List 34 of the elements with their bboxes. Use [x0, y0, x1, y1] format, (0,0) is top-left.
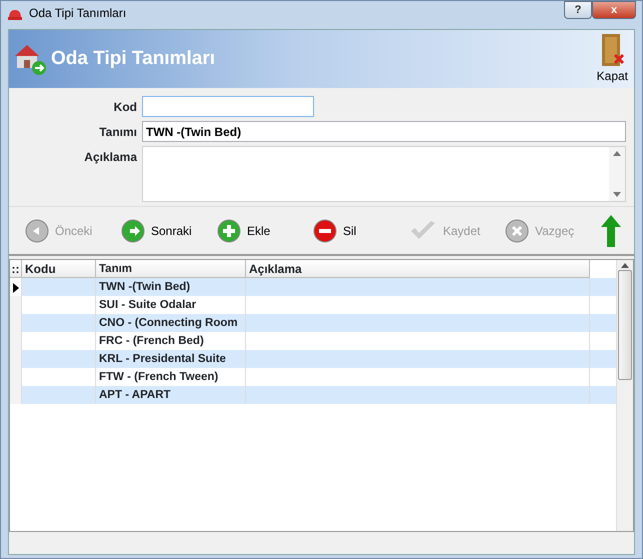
scroll-thumb[interactable]	[618, 270, 632, 380]
house-icon	[13, 42, 47, 76]
field-label: Açıklama	[83, 149, 137, 166]
column-header: ::	[10, 260, 22, 278]
column-header[interactable]: Kodu	[22, 260, 96, 278]
scroll-down-icon	[613, 192, 621, 198]
up-arrow-icon	[601, 214, 621, 246]
text-field[interactable]	[142, 96, 314, 117]
back-icon	[25, 218, 49, 242]
column-header[interactable]: Tanım	[96, 260, 246, 278]
forward-icon	[121, 218, 145, 242]
column-header[interactable]: Açıklama	[246, 260, 590, 278]
scroll-up-icon	[613, 150, 621, 156]
close-icon	[505, 218, 529, 242]
table-cell: KRL - Presidental Suite	[96, 350, 246, 368]
scroll-up-icon	[621, 262, 629, 268]
plus-icon	[217, 218, 241, 242]
help-button[interactable]: ?	[564, 1, 592, 19]
table-cell: TWN -(Twin Bed)	[96, 278, 246, 296]
text-field[interactable]: TWN -(Twin Bed)	[142, 121, 626, 142]
memo-field[interactable]	[142, 146, 626, 202]
window-title: Oda Tipi Tanımları	[29, 5, 128, 22]
field-label: Kod	[112, 99, 137, 116]
page-title: Oda Tipi Tanımları	[51, 46, 216, 71]
field-label: Tanımı	[98, 124, 137, 141]
minus-icon	[313, 218, 337, 242]
table-cell: CNO - (Connecting Room	[96, 314, 246, 332]
toolbar-button[interactable]: Sil	[313, 218, 409, 242]
table-cell: APT - APART	[96, 386, 246, 404]
exit-button[interactable]: Kapat	[594, 33, 630, 85]
toolbar-button[interactable]: Sonraki	[121, 218, 217, 242]
toolbar-button[interactable]: Ekle	[217, 218, 313, 242]
row-indicator[interactable]	[10, 278, 22, 296]
door-icon	[599, 33, 626, 67]
